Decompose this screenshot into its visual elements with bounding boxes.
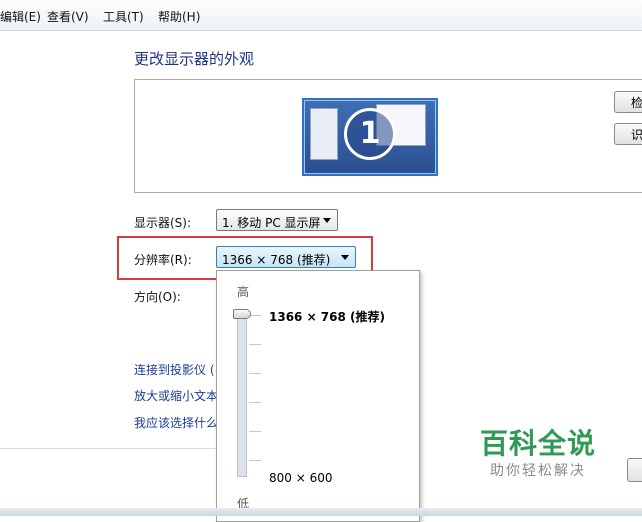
menu-tools[interactable]: 工具(T) [103, 8, 144, 25]
monitor-icon[interactable]: 1 [302, 98, 438, 176]
ok-button[interactable] [627, 458, 642, 482]
divider [0, 448, 216, 449]
resolution-option-1366x768[interactable]: 1366 × 768 (推荐) [269, 308, 385, 325]
resolution-dropdown: 高 1366 × 768 (推荐) 800 × 600 低 [216, 270, 420, 522]
menu-edit[interactable]: 编辑(E) [0, 8, 41, 25]
watermark-title: 百科全说 [479, 427, 596, 460]
monitor-number-badge: 1 [344, 108, 396, 160]
identify-button[interactable]: 识 [614, 123, 642, 145]
menu-help[interactable]: 帮助(H) [158, 8, 200, 25]
window-thumbnail-left [310, 108, 338, 160]
menu-bar: 编辑(E) 查看(V) 工具(T) 帮助(H) [0, 0, 642, 31]
display-select-value: 1. 移动 PC 显示屏 [222, 216, 321, 230]
high-label: 高 [237, 285, 250, 299]
slider-ticks [249, 311, 263, 481]
text-size-link[interactable]: 放大或缩小文本 [134, 387, 218, 404]
page-title: 更改显示器的外观 [134, 50, 255, 68]
resolution-slider-thumb[interactable] [233, 309, 251, 319]
chevron-down-icon [323, 218, 331, 223]
settings-help-link[interactable]: 我应该选择什么 [134, 414, 218, 431]
connect-projector-link[interactable]: 连接到投影仪 ( [134, 361, 215, 378]
detect-button[interactable]: 检 [614, 91, 642, 113]
watermark-subtitle: 助你轻松解决 [490, 463, 586, 479]
display-select[interactable]: 1. 移动 PC 显示屏 [216, 209, 338, 231]
taskbar-strip [0, 508, 642, 516]
display-label: 显示器(S): [134, 216, 192, 230]
watermark-logo: 百科全说 助你轻松解决 [476, 428, 600, 480]
resolution-option-800x600[interactable]: 800 × 600 [269, 471, 333, 485]
resolution-slider-track[interactable] [237, 315, 247, 477]
orientation-label: 方向(O): [134, 290, 181, 304]
menu-view[interactable]: 查看(V) [47, 8, 89, 25]
